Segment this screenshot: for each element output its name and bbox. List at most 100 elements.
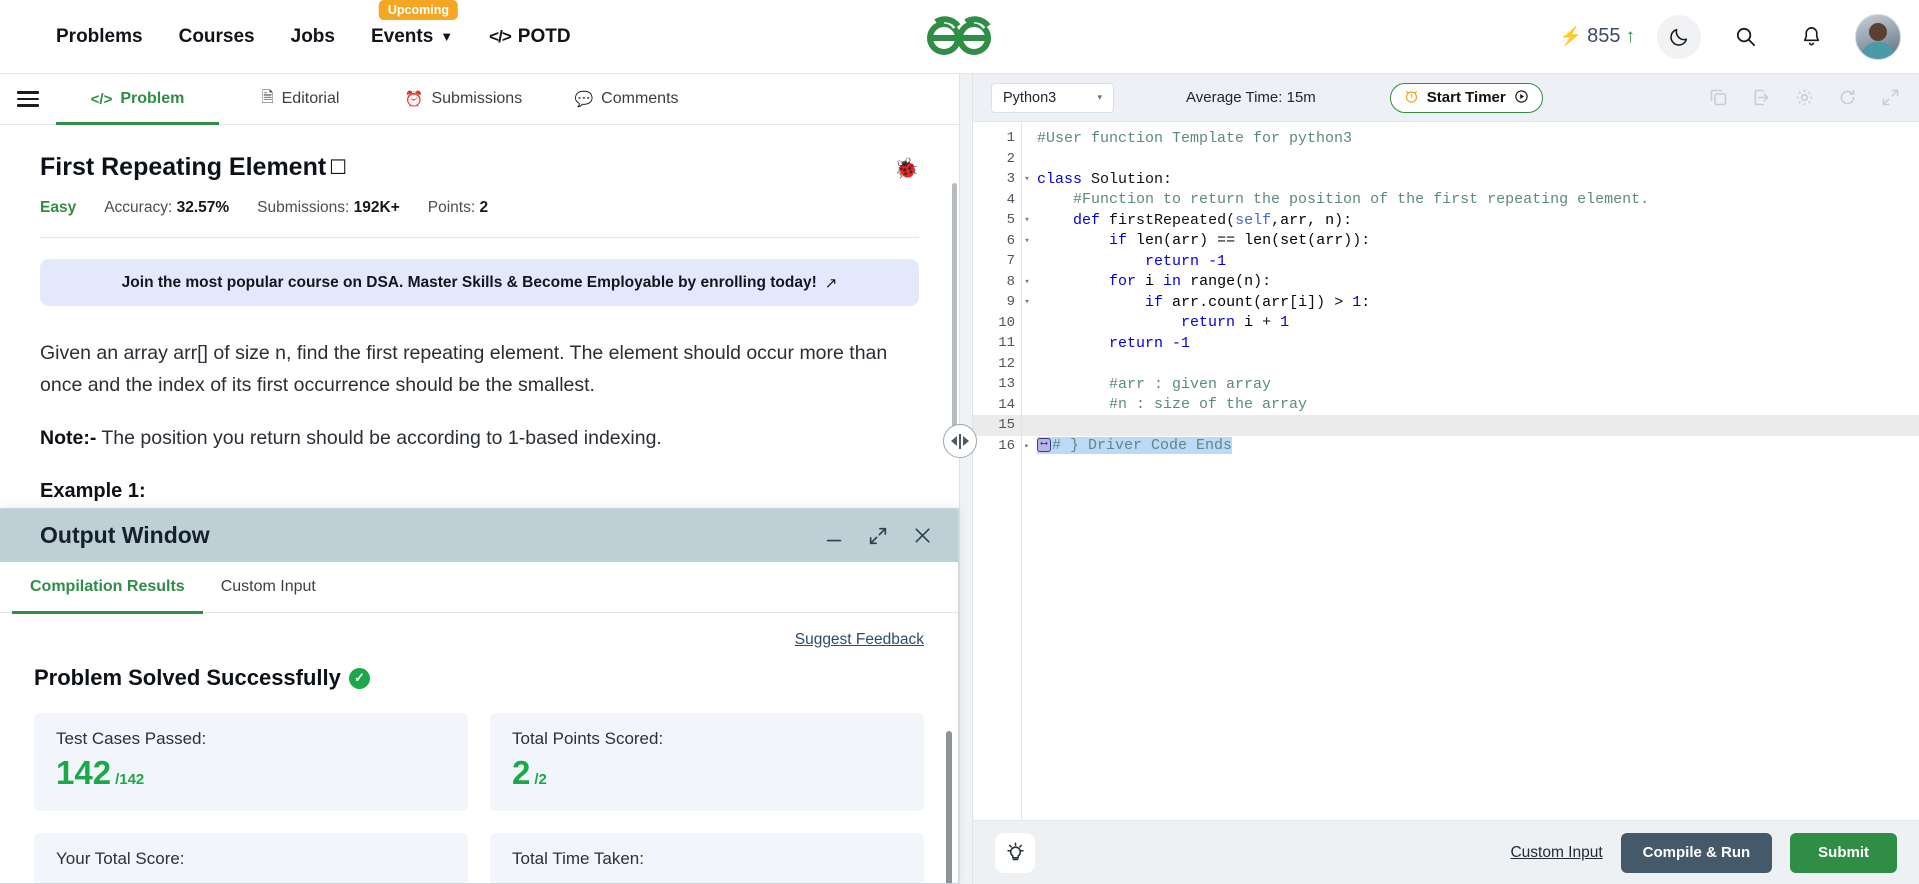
nav-links: Problems Courses Jobs Upcoming Events ▼ … <box>56 0 571 48</box>
code-line[interactable]: 6 ▾ if len(arr) == len(set(arr)): <box>973 231 1919 252</box>
bug-icon[interactable]: 🐞 <box>894 156 919 181</box>
code-editor[interactable]: 1 #User function Template for python3 2 3 ▾ c… <box>973 122 1919 832</box>
output-window-scrollbar[interactable] <box>946 731 952 883</box>
line-number: 9 <box>1006 294 1015 311</box>
bookmark-icon[interactable]: ☐ <box>329 155 347 180</box>
nav-item-courses[interactable]: Courses <box>179 26 255 48</box>
nav-item-problems[interactable]: Problems <box>56 26 143 48</box>
tab-comments[interactable]: 💬 Comments <box>545 74 708 124</box>
tab-problem[interactable]: </> Problem <box>56 74 219 125</box>
avatar[interactable] <box>1855 13 1901 60</box>
nav-item-events[interactable]: Upcoming Events ▼ <box>371 0 458 48</box>
code-text: #Function to return the position of the … <box>1073 191 1650 209</box>
line-number: 14 <box>998 396 1015 413</box>
custom-input-link[interactable]: Custom Input <box>1510 844 1602 862</box>
upcoming-badge: Upcoming <box>378 0 458 20</box>
code-text: ⟷ # } Driver Code Ends <box>1033 437 1233 455</box>
card-value-wrap: 142 /142 <box>56 754 446 792</box>
submit-button[interactable]: Submit <box>1790 832 1897 873</box>
code-line[interactable]: 3 ▾ class Solution: <box>973 169 1919 190</box>
menu-icon[interactable] <box>0 74 56 124</box>
line-number: 4 <box>1006 191 1015 208</box>
fold-toggle-icon[interactable]: ▾ <box>1021 236 1033 246</box>
code-line[interactable]: 2 <box>973 149 1919 170</box>
suggest-feedback-link[interactable]: Suggest Feedback <box>34 631 924 649</box>
card-suffix: /142 <box>115 771 145 788</box>
fold-toggle-icon[interactable]: ▾ <box>1021 297 1033 307</box>
code-line[interactable]: 1 #User function Template for python3 <box>973 128 1919 149</box>
card-value: 2 <box>512 754 531 791</box>
code-line[interactable]: 9 ▾ if arr.count(arr[i]) > 1: <box>973 292 1919 313</box>
notifications-button[interactable] <box>1789 15 1833 59</box>
code-line[interactable]: 7 return -1 <box>973 251 1919 272</box>
average-time-label: Average Time: 15m <box>1186 89 1316 106</box>
code-text: #n : size of the array <box>1109 396 1308 414</box>
code-line[interactable]: 8 ▾ for i in range(n): <box>973 272 1919 293</box>
line-number: 5 <box>1006 212 1015 229</box>
promo-text: Join the most popular course on DSA. Mas… <box>121 273 817 291</box>
tab-editorial[interactable]: 🗎 Editorial <box>219 74 382 124</box>
fold-toggle-icon[interactable]: ▸ <box>1021 441 1033 451</box>
language-selector[interactable]: Python3 ▾ <box>991 82 1114 113</box>
play-icon <box>1514 89 1529 107</box>
fullscreen-icon[interactable] <box>1880 87 1901 108</box>
moon-icon <box>1670 28 1688 46</box>
reset-icon[interactable] <box>1837 87 1858 108</box>
result-cards: Test Cases Passed: 142 /142 Total Points… <box>34 713 924 883</box>
copy-icon[interactable] <box>1708 87 1729 108</box>
gfg-logo[interactable] <box>920 15 1000 59</box>
code-line[interactable]: 11 return -1 <box>973 333 1919 354</box>
submissions-stat: Submissions: 192K+ <box>257 199 400 217</box>
code-line[interactable]: 10 return i + 1 <box>973 313 1919 334</box>
code-line[interactable]: 4 #Function to return the position of th… <box>973 190 1919 211</box>
theme-toggle-button[interactable] <box>1657 14 1701 59</box>
line-number: 15 <box>998 417 1015 434</box>
status-row: Problem Solved Successfully ✓ <box>34 665 924 691</box>
submissions-value: 192K+ <box>353 199 400 216</box>
card-label: Your Total Score: <box>56 849 185 868</box>
card-label: Test Cases Passed: <box>56 729 207 748</box>
panel-splitter[interactable] <box>959 74 973 884</box>
compile-and-run-button[interactable]: Compile & Run <box>1620 832 1773 873</box>
fold-toggle-icon[interactable]: ▾ <box>1021 277 1033 287</box>
line-number: 6 <box>1006 232 1015 249</box>
fold-toggle-icon[interactable]: ▾ <box>1021 174 1033 184</box>
line-number: 12 <box>998 355 1015 372</box>
example-heading: Example 1: <box>40 480 146 503</box>
minimize-icon[interactable] <box>823 525 845 547</box>
close-icon[interactable] <box>911 524 934 547</box>
code-line[interactable]: 5 ▾ def firstRepeated(self,arr, n): <box>973 210 1919 231</box>
tab-compilation-results[interactable]: Compilation Results <box>12 562 203 614</box>
code-text: #User function Template for python3 <box>1037 129 1353 147</box>
problem-title-row: First Repeating Element ☐ 🐞 <box>40 125 919 182</box>
comment-icon: 💬 <box>574 91 594 108</box>
up-arrow-icon: ↑ <box>1625 25 1636 47</box>
code-text: class Solution: <box>1037 170 1173 188</box>
expand-icon[interactable] <box>867 525 889 547</box>
fold-toggle-icon[interactable]: ▾ <box>1021 215 1033 225</box>
search-button[interactable] <box>1723 15 1767 59</box>
nav-item-potd[interactable]: </> POTD <box>489 26 570 48</box>
problem-scrollbar[interactable] <box>952 183 957 453</box>
code-line[interactable]: 16 ▸ ⟷ # } Driver Code Ends <box>973 436 1919 457</box>
output-window-actions <box>823 524 934 547</box>
score-indicator[interactable]: ⚡ 855 ↑ <box>1560 25 1635 48</box>
code-line[interactable]: 12 <box>973 354 1919 375</box>
tab-custom-input[interactable]: Custom Input <box>203 562 334 613</box>
score-value: 855 <box>1587 25 1621 47</box>
gear-icon[interactable] <box>1794 87 1815 108</box>
code-text: return i + 1 <box>1181 314 1290 332</box>
tab-submissions[interactable]: ⏰ Submissions <box>382 74 545 124</box>
nav-item-jobs[interactable]: Jobs <box>291 26 335 48</box>
nav-label: Jobs <box>290 25 335 47</box>
splitter-handle[interactable] <box>942 424 977 458</box>
promo-banner[interactable]: Join the most popular course on DSA. Mas… <box>40 259 919 306</box>
import-icon[interactable] <box>1751 87 1772 108</box>
hint-button[interactable] <box>995 832 1035 873</box>
code-line[interactable]: 15 <box>973 415 1919 436</box>
divider <box>40 237 919 238</box>
code-line[interactable]: 14 #n : size of the array <box>973 395 1919 416</box>
card-label: Total Points Scored: <box>512 729 664 748</box>
start-timer-button[interactable]: Start Timer <box>1389 82 1543 113</box>
code-line[interactable]: 13 #arr : given array <box>973 374 1919 395</box>
